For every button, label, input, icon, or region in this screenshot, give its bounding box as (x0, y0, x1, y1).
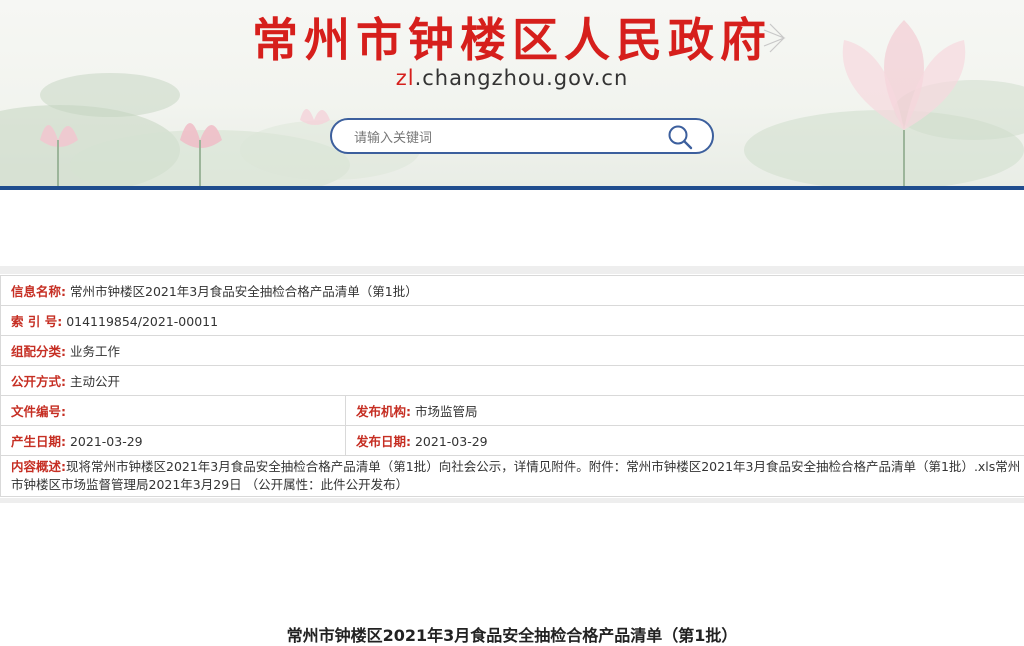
info-value-summary: 现将常州市钟楼区2021年3月食品安全抽检合格产品清单（第1批）向社会公示，详情… (11, 459, 1021, 492)
site-domain: zl.changzhou.gov.cn (0, 66, 1024, 90)
info-value-category: 业务工作 (69, 344, 120, 359)
info-value-publisher: 市场监管局 (414, 404, 478, 419)
info-value-index: 014119854/2021-00011 (66, 314, 219, 329)
info-cell-category: 组配分类: 业务工作 (0, 335, 1024, 366)
info-cell-created: 产生日期: 2021-03-29 (0, 425, 346, 456)
info-cell-summary: 内容概述:现将常州市钟楼区2021年3月食品安全抽检合格产品清单（第1批）向社会… (0, 455, 1024, 497)
info-row-summary: 内容概述:现将常州市钟楼区2021年3月食品安全抽检合格产品清单（第1批）向社会… (0, 455, 1024, 497)
info-value-disclosure: 主动公开 (69, 374, 120, 389)
info-cell-name: 信息名称: 常州市钟楼区2021年3月食品安全抽检合格产品清单（第1批） (0, 275, 1024, 306)
site-title: 常州市钟楼区人民政府 (252, 13, 772, 67)
article-title: 常州市钟楼区2021年3月食品安全抽检合格产品清单（第1批） (286, 626, 738, 645)
table-top-strip (0, 266, 1024, 274)
header-banner: 常州市钟楼区人民政府 zl.changzhou.gov.cn (0, 0, 1024, 186)
info-cell-published: 发布日期: 2021-03-29 (344, 425, 1024, 456)
info-label-publisher: 发布机构: (356, 404, 411, 419)
info-label-created: 产生日期: (11, 434, 66, 449)
search-box (330, 118, 714, 154)
info-label-summary: 内容概述: (11, 459, 66, 474)
info-row-category: 组配分类: 业务工作 (0, 335, 1024, 366)
info-row-disclosure: 公开方式: 主动公开 (0, 365, 1024, 396)
info-value-created: 2021-03-29 (69, 434, 143, 449)
info-row-doc-publisher: 文件编号: 发布机构: 市场监管局 (0, 395, 1024, 426)
info-label-category: 组配分类: (11, 344, 66, 359)
info-row-index: 索 引 号: 014119854/2021-00011 (0, 305, 1024, 336)
info-cell-doc-no: 文件编号: (0, 395, 346, 426)
info-label-doc-no: 文件编号: (11, 404, 66, 419)
table-bottom-strip (0, 498, 1024, 503)
search-button[interactable] (666, 123, 694, 151)
info-label-name: 信息名称: (11, 284, 66, 299)
info-value-name: 常州市钟楼区2021年3月食品安全抽检合格产品清单（第1批） (69, 284, 418, 299)
info-label-published: 发布日期: (356, 434, 411, 449)
info-cell-disclosure: 公开方式: 主动公开 (0, 365, 1024, 396)
domain-rest: .changzhou.gov.cn (414, 66, 629, 90)
search-icon (668, 125, 693, 150)
search-input[interactable] (352, 126, 656, 150)
info-table: 信息名称: 常州市钟楼区2021年3月食品安全抽检合格产品清单（第1批） 索 引… (0, 275, 1024, 497)
info-cell-publisher: 发布机构: 市场监管局 (344, 395, 1024, 426)
info-cell-index: 索 引 号: 014119854/2021-00011 (0, 305, 1024, 336)
info-value-published: 2021-03-29 (414, 434, 488, 449)
info-label-index: 索 引 号: (11, 314, 63, 329)
domain-prefix: zl (395, 66, 415, 90)
banner-divider (0, 186, 1024, 190)
info-row-dates: 产生日期: 2021-03-29 发布日期: 2021-03-29 (0, 425, 1024, 456)
info-row-name: 信息名称: 常州市钟楼区2021年3月食品安全抽检合格产品清单（第1批） (0, 275, 1024, 306)
info-label-disclosure: 公开方式: (11, 374, 66, 389)
